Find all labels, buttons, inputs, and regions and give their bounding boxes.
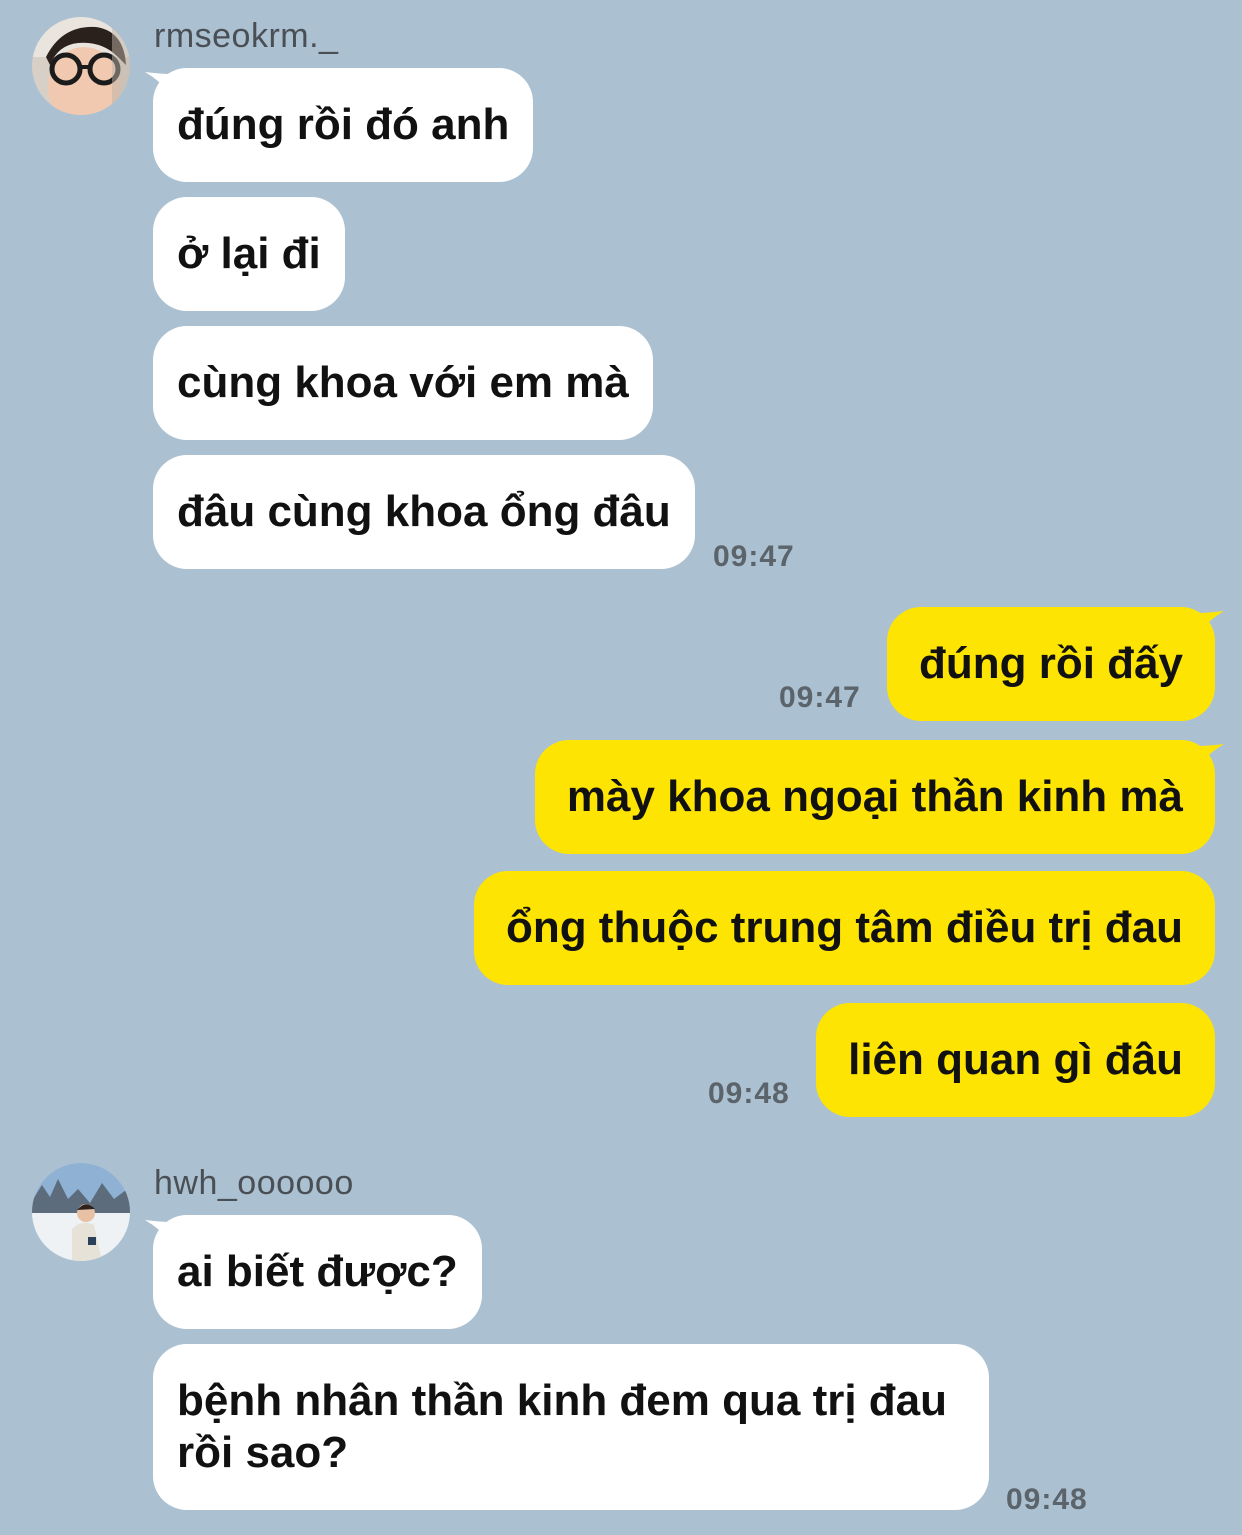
message-bubble[interactable]: đúng rồi đó anh [153,68,534,182]
bubble-tail [1198,744,1224,766]
timestamp: 09:47 [779,681,861,714]
timestamp: 09:47 [713,540,795,573]
message-bubble[interactable]: mày khoa ngoại thần kinh mà [534,740,1215,854]
message-bubble[interactable]: đâu cùng khoa ổng đâu [153,455,695,569]
message-bubble[interactable]: liên quan gì đâu [816,1003,1215,1117]
message-bubble[interactable]: ai biết được? [153,1215,482,1329]
avatar-hwh[interactable] [32,1163,130,1261]
sender-name: hwh_oooooo [154,1164,354,1202]
timestamp: 09:48 [708,1077,790,1110]
timestamp: 09:48 [1006,1483,1088,1516]
bubble-tail [1198,611,1224,633]
message-bubble[interactable]: đúng rồi đấy [887,607,1215,721]
message-bubble[interactable]: ở lại đi [153,197,345,311]
message-bubble[interactable]: bệnh nhân thần kinh đem qua trị đau rồi … [153,1344,989,1510]
message-bubble[interactable]: cùng khoa với em mà [153,326,653,440]
message-bubble[interactable]: ổng thuộc trung tâm điều trị đau [473,871,1215,985]
sender-name: rmseokrm._ [154,17,339,55]
avatar-rmseokrm[interactable] [32,17,130,115]
